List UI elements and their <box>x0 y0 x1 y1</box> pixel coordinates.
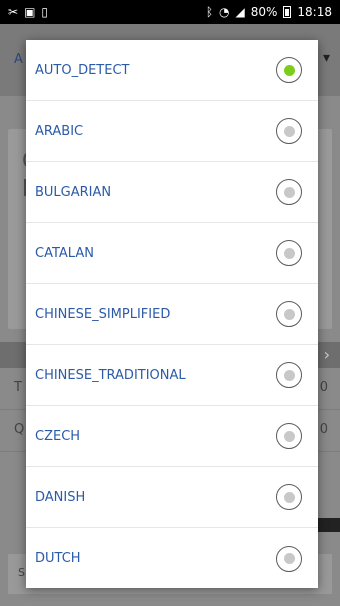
radio-unselected-icon[interactable] <box>276 484 302 510</box>
wifi-icon: ◔ <box>219 5 230 19</box>
option-bulgarian[interactable]: BULGARIAN <box>26 162 318 223</box>
app-row-left: Q <box>14 422 25 437</box>
option-dutch[interactable]: DUTCH <box>26 528 318 588</box>
option-label: DANISH <box>35 489 86 505</box>
app-bottom-text: S <box>18 566 25 579</box>
toolbar-left-text: A <box>14 52 23 67</box>
chevron-right-icon: › <box>323 345 330 364</box>
option-label: BULGARIAN <box>35 184 112 200</box>
status-right: ᛒ ◔ ◢ 80% 18:18 <box>206 5 332 19</box>
option-danish[interactable]: DANISH <box>26 467 318 528</box>
radio-selected-icon[interactable] <box>276 57 302 83</box>
clipboard-icon: ▯ <box>41 5 49 19</box>
radio-unselected-icon[interactable] <box>276 301 302 327</box>
option-catalan[interactable]: CATALAN <box>26 223 318 284</box>
status-time: 18:18 <box>297 5 332 19</box>
radio-unselected-icon[interactable] <box>276 118 302 144</box>
option-label: CHINESE_SIMPLIFIED <box>35 306 171 322</box>
scissors-icon: ✂ <box>8 5 19 19</box>
bluetooth-icon: ᛒ <box>205 5 214 19</box>
radio-unselected-icon[interactable] <box>276 240 302 266</box>
option-label: AUTO_DETECT <box>35 62 130 78</box>
option-chinese-traditional[interactable]: CHINESE_TRADITIONAL <box>26 345 318 406</box>
app-row-right: 0 <box>319 380 328 395</box>
radio-unselected-icon[interactable] <box>276 179 302 205</box>
battery-icon <box>283 6 292 18</box>
option-arabic[interactable]: ARABIC <box>26 101 318 162</box>
radio-unselected-icon[interactable] <box>276 423 302 449</box>
option-label: DUTCH <box>35 551 81 566</box>
app-row-right: 0 <box>319 422 328 437</box>
option-label: CZECH <box>35 428 81 444</box>
language-select-dialog: AUTO_DETECT ARABIC BULGARIAN CATALAN CHI… <box>26 40 318 588</box>
option-label: CATALAN <box>35 245 94 261</box>
radio-unselected-icon[interactable] <box>276 545 302 572</box>
option-label: CHINESE_TRADITIONAL <box>35 367 186 383</box>
option-auto-detect[interactable]: AUTO_DETECT <box>26 40 318 101</box>
toolbar-dropdown-icon: ▾ <box>322 50 330 66</box>
battery-percent: 80% <box>250 5 278 19</box>
radio-unselected-icon[interactable] <box>276 362 302 388</box>
status-left: ✂ ▣ ▯ <box>8 6 48 18</box>
app-row-left: T <box>14 380 22 395</box>
option-label: ARABIC <box>35 123 84 139</box>
option-chinese-simplified[interactable]: CHINESE_SIMPLIFIED <box>26 284 318 345</box>
background-dark-strip <box>318 518 340 532</box>
status-bar: ✂ ▣ ▯ ᛒ ◔ ◢ 80% 18:18 <box>0 0 340 24</box>
signal-icon: ◢ <box>235 5 245 19</box>
option-czech[interactable]: CZECH <box>26 406 318 467</box>
sim-icon: ▣ <box>24 5 36 19</box>
